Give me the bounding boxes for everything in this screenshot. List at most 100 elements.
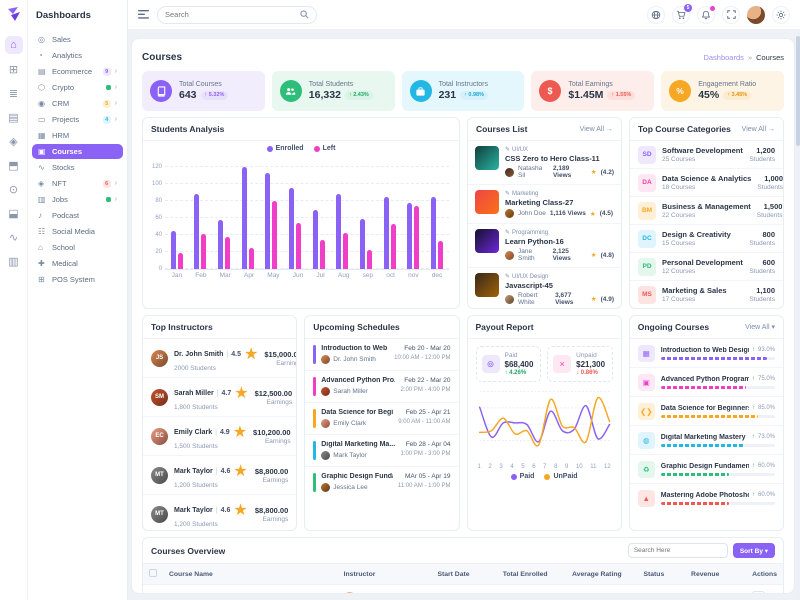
scrollbar-thumb[interactable] [796, 36, 800, 146]
ongoing-course-row[interactable]: ▦ Introduction to Web Design ↑ 93.0% [630, 339, 783, 368]
sidebar-item[interactable]: ▭ Projects 4 › [32, 112, 123, 127]
search-input[interactable] [165, 10, 295, 19]
ongoing-course-row[interactable]: ▣ Advanced Python Programmi... ↑ 75.0% [630, 368, 783, 397]
language-globe-icon[interactable] [647, 6, 665, 24]
course-list-item[interactable]: ✎Marketing Marketing Class-27 John Doe 1… [468, 185, 621, 224]
sidebar-item[interactable]: ♪ Podcast [32, 208, 123, 223]
sidebar-item[interactable]: ☷ Social Media [32, 224, 123, 239]
ongoing-view-all[interactable]: View All ▾ [745, 323, 775, 331]
rail-shop-icon[interactable]: ⬓ [5, 204, 23, 222]
course-list-item[interactable]: ✎UI/UX CSS Zero to Hero Class-11 Natasha… [468, 141, 621, 185]
category-row[interactable]: DC Design & Creativity 15 Courses 800 St… [630, 225, 783, 253]
row-checkbox[interactable] [149, 593, 157, 595]
row-details: Top Instructors JS Dr. John Smith | 4. [142, 315, 784, 531]
fullscreen-icon[interactable] [722, 6, 740, 24]
category-row[interactable]: BM Business & Management 22 Courses 1,50… [630, 197, 783, 225]
sidebar-item[interactable]: ▣ Courses [32, 144, 123, 159]
hamburger-menu-icon[interactable] [138, 10, 149, 19]
sidebar-item[interactable]: ▥ Jobs › [32, 192, 123, 207]
ongoing-courses-card: Ongoing Courses View All ▾ ▦ Introductio… [629, 315, 784, 531]
sidebar-item[interactable]: ◈ NFT 6 › [32, 176, 123, 191]
table-search-input[interactable] [628, 543, 728, 558]
col-start-date[interactable]: Start Date [431, 564, 496, 585]
col-instructor[interactable]: Instructor [338, 564, 432, 585]
rail-apps-icon[interactable]: ⊞ [5, 60, 23, 78]
sidebar-item-dot [106, 85, 111, 90]
col-course-name[interactable]: Course Name [163, 564, 338, 585]
instructor-row[interactable]: EC Emily Clark | 4.9 ★ 1,500 Students [143, 417, 296, 456]
top-categories-view-all[interactable]: View All → [742, 126, 775, 133]
category-row[interactable]: SD Software Development 25 Courses 1,200… [630, 141, 783, 169]
category-row[interactable]: MS Marketing & Sales 17 Courses 1,100 St… [630, 281, 783, 308]
sidebar-item[interactable]: ▤ Ecommerce 9 › [32, 64, 123, 79]
sort-by-button[interactable]: Sort By ▾ [733, 543, 775, 558]
category-row[interactable]: DA Data Science & Analytics 18 Courses 1… [630, 169, 783, 197]
app-logo[interactable] [6, 6, 22, 22]
breadcrumb-parent[interactable]: Dashboards [703, 53, 743, 62]
schedule-row[interactable]: Graphic Design Funda... Jessica Lee MAr … [305, 467, 458, 498]
sidebar-item[interactable]: ◉ CRM 5 › [32, 96, 123, 111]
table-row[interactable]: Introduction to Web Development Dr. John… [143, 585, 783, 595]
sidebar-item[interactable]: ◔ Analytics [32, 48, 123, 63]
category-courses-count: 25 Courses [662, 156, 743, 163]
sidebar-item-label: Analytics [52, 51, 117, 60]
schedule-row[interactable]: Data Science for Begi... Emily Clark Feb… [305, 403, 458, 435]
instructor-row[interactable]: JS Dr. John Smith | 4.5 ★ 2000 Students [143, 339, 296, 378]
course-views: 3,677 Views [555, 292, 587, 306]
schedule-instructor-avatar [321, 451, 330, 460]
sidebar-item[interactable]: ✚ Medical [32, 256, 123, 271]
instructor-students: 1,800 Students [174, 404, 249, 411]
col-status[interactable]: Status [637, 564, 685, 585]
course-list-item[interactable]: ✎Programming Learn Python-16 Jane Smith … [468, 224, 621, 268]
ongoing-course-row[interactable]: ❮❯ Data Science for Beginners ↑ 85.0% [630, 397, 783, 426]
cart-icon[interactable]: 5 [672, 6, 690, 24]
bar-left [225, 237, 230, 269]
search-box [157, 6, 317, 24]
rail-compass-icon[interactable]: ⊙ [5, 180, 23, 198]
ongoing-course-title: Mastering Adobe Photoshop [661, 492, 749, 499]
sidebar-item[interactable]: ∿ Stocks [32, 160, 123, 175]
sidebar-item-label: Stocks [52, 163, 117, 172]
rail-home-icon[interactable]: ⌂ [5, 36, 23, 54]
ongoing-course-title: Graphic Design Fundamentals [661, 463, 749, 470]
ongoing-course-row[interactable]: ◍ Digital Marketing Mastery ↑ 73.0% [630, 426, 783, 455]
sidebar-item[interactable]: ⊞ POS System [32, 272, 123, 287]
courses-list-view-all[interactable]: View All → [580, 126, 613, 133]
rail-chart-icon[interactable]: ∿ [5, 228, 23, 246]
schedule-row[interactable]: Introduction to Web ... Dr. John Smith F… [305, 339, 458, 371]
row-actions-button[interactable]: ⋮ [752, 591, 765, 594]
sidebar-item[interactable]: ⬡ Crypto › [32, 80, 123, 95]
cell-course-name: Introduction to Web Development [163, 585, 338, 595]
sidebar-item[interactable]: ▦ HRM [32, 128, 123, 143]
instructor-row[interactable]: SM Sarah Miller | 4.7 ★ 1,800 Students [143, 378, 296, 417]
select-all-checkbox[interactable] [149, 569, 157, 577]
settings-gear-icon[interactable] [772, 6, 790, 24]
col-average-rating[interactable]: Average Rating [566, 564, 637, 585]
sidebar-item-icon: ⬡ [38, 83, 48, 92]
category-row[interactable]: PD Personal Development 12 Courses 600 S… [630, 253, 783, 281]
instructor-row[interactable]: MT Mark Taylor | 4.6 ★ 1,200 Students [143, 456, 296, 495]
sidebar-item[interactable]: ⌂ School [32, 240, 123, 255]
rail-diamond-icon[interactable]: ◈ [5, 132, 23, 150]
user-avatar[interactable] [747, 6, 765, 24]
ongoing-course-row[interactable]: ♻ Graphic Design Fundamentals ↑ 60.0% [630, 455, 783, 484]
notifications-icon[interactable] [697, 6, 715, 24]
col-total-enrolled[interactable]: Total Enrolled [497, 564, 566, 585]
courses-list-title: Courses List [476, 124, 528, 134]
col-revenue[interactable]: Revenue [685, 564, 746, 585]
rail-layers-icon[interactable]: ≣ [5, 84, 23, 102]
ongoing-course-row[interactable]: ▲ Mastering Adobe Photoshop ↑ 60.0% [630, 484, 783, 512]
stat-value: 16,332 [309, 89, 341, 101]
rail-document-icon[interactable]: ▤ [5, 108, 23, 126]
bar-group [336, 158, 348, 269]
instructor-row[interactable]: MT Mark Taylor | 4.6 ★ 1,200 Students [143, 495, 296, 530]
rail-kanban-icon[interactable]: ▥ [5, 252, 23, 270]
course-list-item[interactable]: ✎UI/UX Design Javascript-45 Robert White… [468, 268, 621, 308]
schedule-row[interactable]: Advanced Python Pro... Sarah Miller Feb … [305, 371, 458, 403]
schedule-row[interactable]: Digital Marketing Ma... Mark Taylor Feb … [305, 435, 458, 467]
rail-gift-icon[interactable]: ⬒ [5, 156, 23, 174]
sidebar-item[interactable]: ◎ Sales [32, 32, 123, 47]
search-icon[interactable] [300, 10, 309, 19]
schedule-time: 10:00 AM - 12:00 PM [394, 355, 450, 361]
category-students-word: Students [749, 156, 775, 163]
